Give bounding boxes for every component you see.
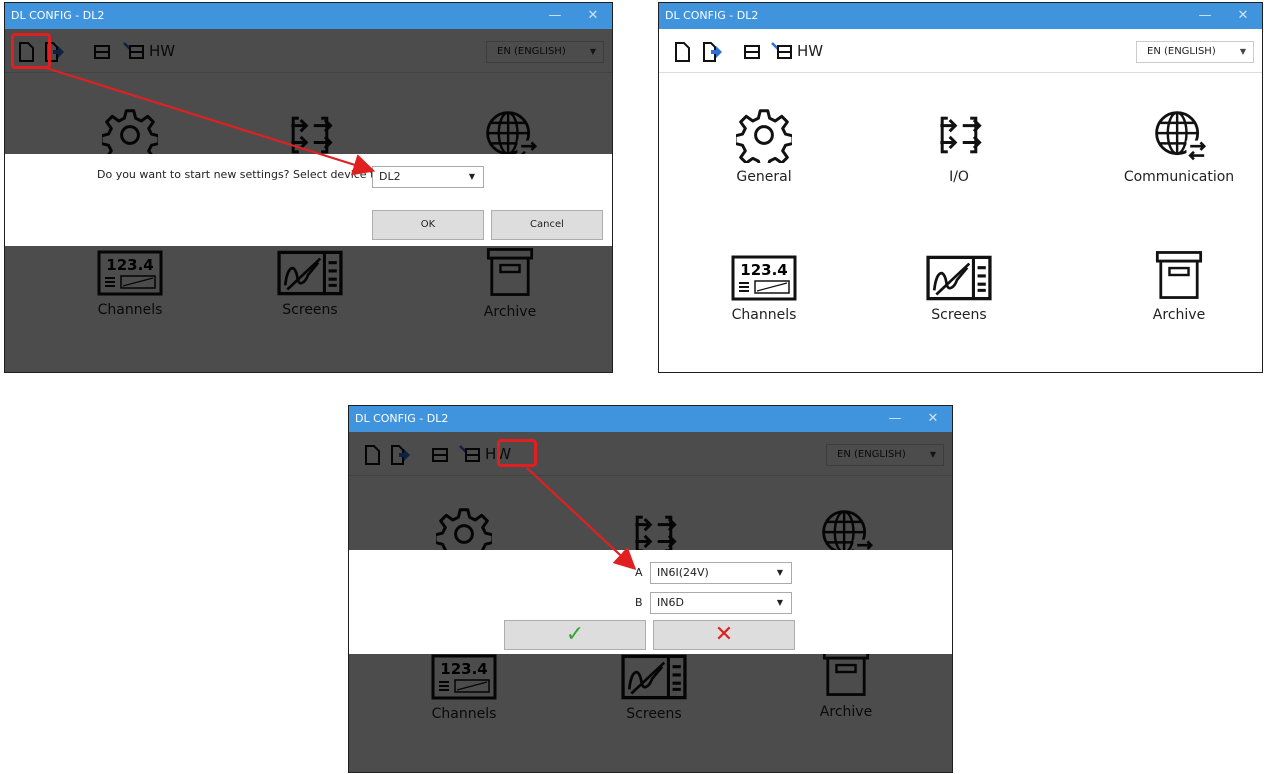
tile-label: Archive <box>1152 307 1206 323</box>
tile-label: Screens <box>931 307 987 323</box>
io-arrows-icon <box>931 107 987 163</box>
chevron-down-icon: ▼ <box>1239 47 1246 56</box>
window-title: DL CONFIG - DL2 <box>665 9 759 22</box>
archive-box-icon <box>1154 249 1204 301</box>
save-icon[interactable] <box>741 41 763 63</box>
tile-io[interactable]: I/O <box>884 107 1034 185</box>
tile-archive[interactable]: Archive <box>1104 249 1254 323</box>
window-titlebar: DL CONFIG - DL2 — ✕ <box>659 3 1262 29</box>
tile-label: General <box>736 169 792 185</box>
send-to-device-icon[interactable] <box>771 41 793 63</box>
channel-display-value: 123.4 <box>740 261 787 279</box>
tile-general[interactable]: General <box>689 107 839 185</box>
channel-display-icon: 123.4 <box>731 255 797 301</box>
screens-chart-icon <box>926 255 992 301</box>
open-file-icon[interactable] <box>701 41 723 63</box>
window-new-settings: DL CONFIG - DL2 — ✕ HW EN (ENGLISH)▼ 123… <box>4 2 613 373</box>
tile-channels[interactable]: 123.4 Channels <box>689 255 839 323</box>
close-button[interactable]: ✕ <box>1232 3 1254 29</box>
tile-label: Channels <box>731 307 797 323</box>
tile-label: Communication <box>1123 169 1235 185</box>
annotation-arrow <box>526 467 637 571</box>
new-file-icon[interactable] <box>671 41 693 63</box>
language-select[interactable]: EN (ENGLISH) ▼ <box>1136 41 1254 63</box>
window-hw-config: DL CONFIG - DL2 — ✕ HW EN (ENGLISH)▼ 123… <box>348 405 953 773</box>
language-value: EN (ENGLISH) <box>1147 46 1216 57</box>
gear-icon <box>736 107 792 163</box>
globe-icon <box>1150 107 1208 163</box>
tile-label: I/O <box>949 169 969 185</box>
window-main: DL CONFIG - DL2 — ✕ HW EN (ENGLISH) ▼ Gen… <box>658 2 1263 373</box>
tile-screens[interactable]: Screens <box>884 255 1034 323</box>
toolbar: HW EN (ENGLISH) ▼ <box>659 29 1262 73</box>
hw-button[interactable]: HW <box>797 40 823 62</box>
tile-communication[interactable]: Communication <box>1104 107 1254 185</box>
annotation-arrow <box>42 65 376 176</box>
minimize-button[interactable]: — <box>1194 3 1216 29</box>
